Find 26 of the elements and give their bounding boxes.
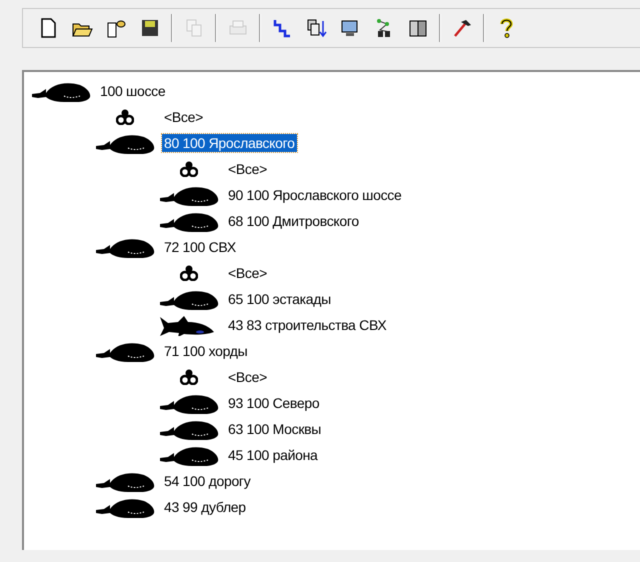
tree-item[interactable]: <Все> <box>226 160 269 178</box>
binoculars-icon <box>180 369 198 385</box>
tree-item[interactable]: 63 100 Москвы <box>226 420 324 438</box>
tree-item[interactable]: 43 83 строительства СВХ <box>226 316 388 334</box>
tree-item[interactable]: 71 100 хорды <box>162 342 250 360</box>
tree-item[interactable]: 45 100 района <box>226 446 320 464</box>
tree-item[interactable]: <Все> <box>162 108 205 126</box>
tree-item[interactable]: 54 100 дорогу <box>162 472 252 490</box>
tree-item[interactable]: 93 100 Северо <box>226 394 322 412</box>
tree-item[interactable]: 72 100 СВХ <box>162 238 238 256</box>
pages-arrow-icon[interactable] <box>305 17 327 39</box>
tree-item[interactable]: 43 99 дублер <box>162 498 248 516</box>
hammer-icon[interactable] <box>451 17 473 39</box>
step-line-icon[interactable] <box>271 17 293 39</box>
tree-item[interactable]: 90 100 Ярославского шоссе <box>226 186 404 204</box>
save-icon[interactable] <box>139 17 161 39</box>
tree-item[interactable]: <Все> <box>226 264 269 282</box>
tree-item[interactable]: <Все> <box>226 368 269 386</box>
tree-item[interactable]: 68 100 Дмитровского <box>226 212 361 230</box>
tree-item[interactable]: 100 шоссе <box>98 82 168 100</box>
binoculars-icon <box>180 161 198 177</box>
fish-icon <box>158 314 216 336</box>
tree-item[interactable]: 65 100 эстакады <box>226 290 333 308</box>
binoculars-icon <box>180 265 198 281</box>
binoculars-icon <box>116 109 134 125</box>
tree-item[interactable]: 80 100 Ярославского <box>162 134 297 152</box>
